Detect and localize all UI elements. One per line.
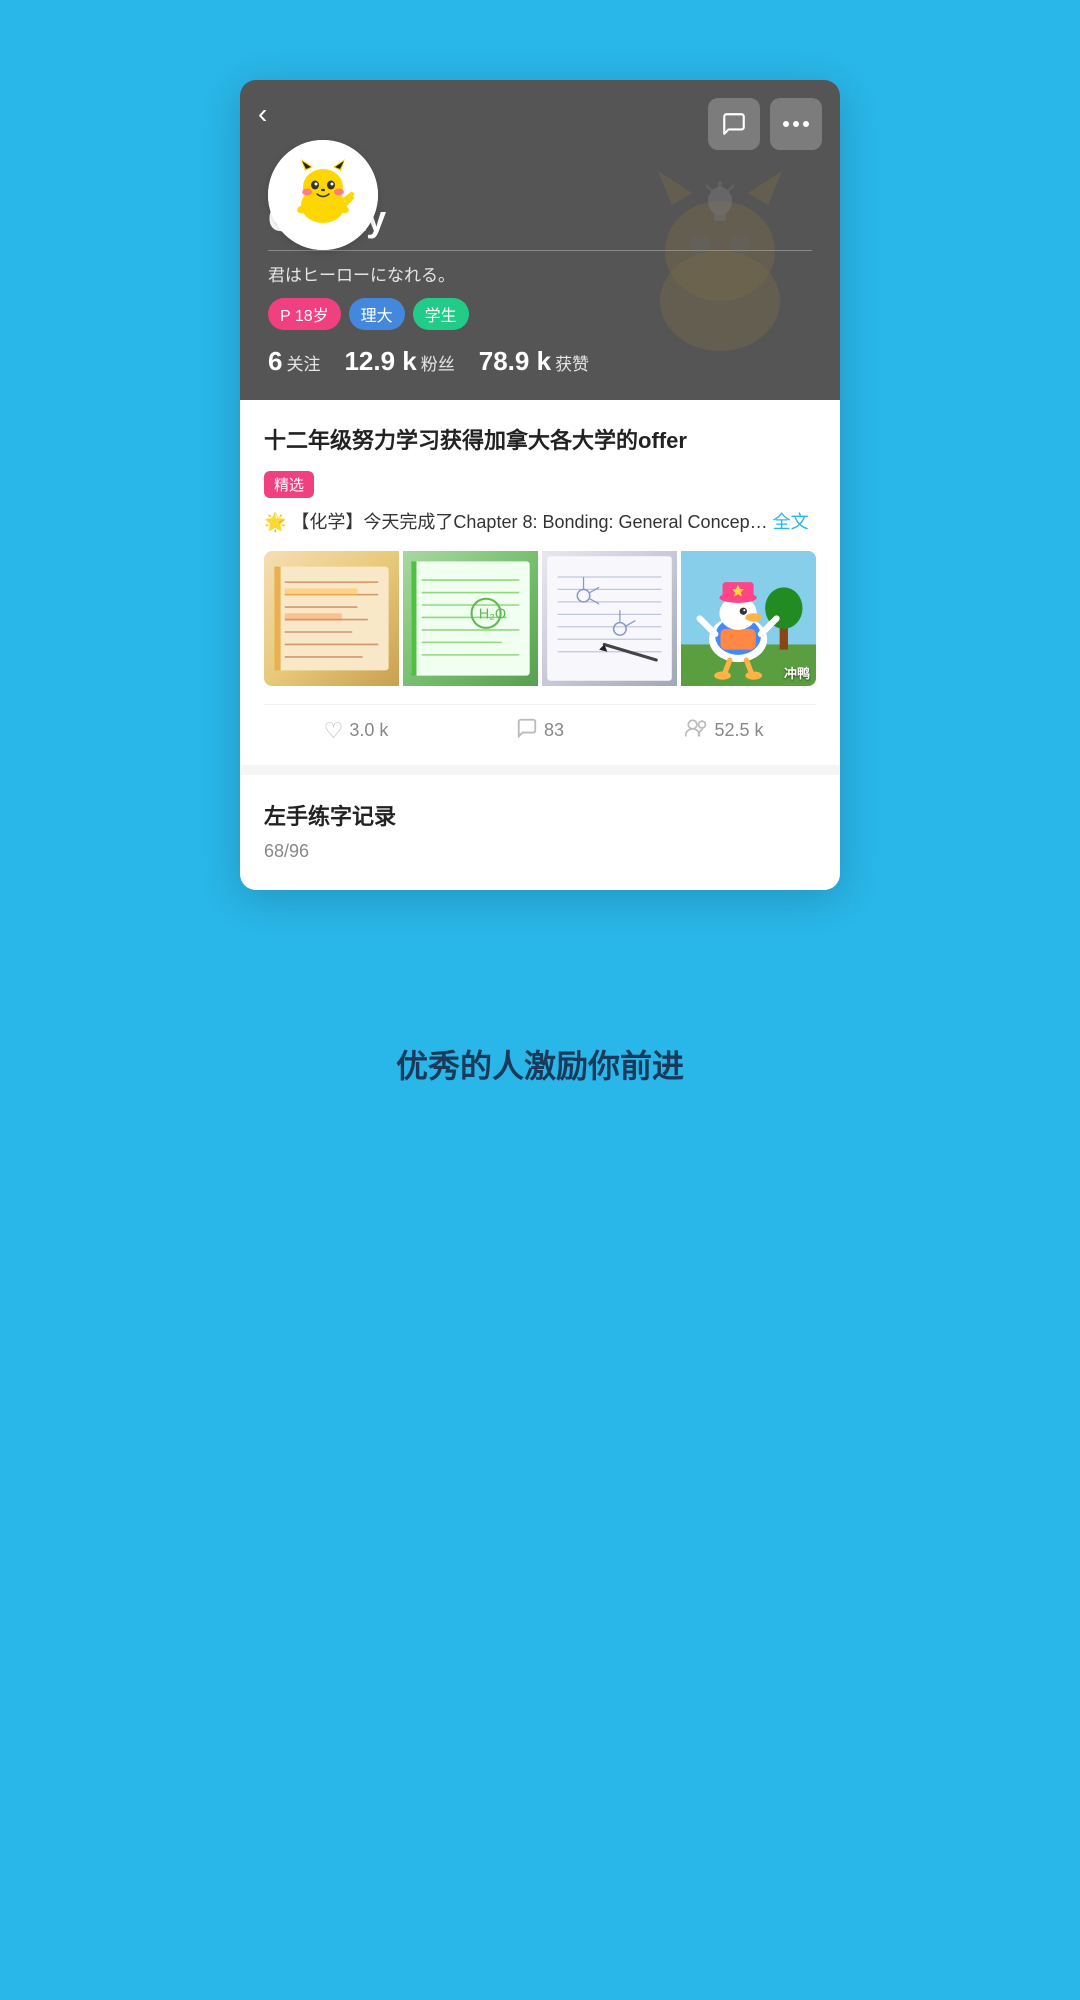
like-count: 3.0 k xyxy=(349,720,388,741)
like-stat[interactable]: ♡ 3.0 k xyxy=(264,718,448,744)
more-button[interactable] xyxy=(770,98,822,150)
post-stats: ♡ 3.0 k 83 xyxy=(264,704,816,745)
pikachu-watermark xyxy=(620,171,820,390)
second-post-subtitle: 68/96 xyxy=(264,841,816,862)
following-count: 6 xyxy=(268,346,282,377)
tag-school: 理大 xyxy=(349,298,405,330)
comment-icon xyxy=(516,717,538,745)
post-image-2[interactable]: H₂O xyxy=(403,551,538,686)
svg-text:⭐: ⭐ xyxy=(732,584,745,597)
heart-icon: ♡ xyxy=(324,718,344,744)
image-grid: H₂O xyxy=(264,551,816,686)
read-more-link[interactable]: 全文 xyxy=(773,512,809,532)
tag-student: 学生 xyxy=(413,298,469,330)
followers-label: 粉丝 xyxy=(421,350,455,375)
bottom-subtitle: 优秀的人激励你前进 xyxy=(396,1041,684,1087)
svg-text:H₂O: H₂O xyxy=(479,606,506,622)
tag-age: P 18岁 xyxy=(268,298,341,330)
second-post: 左手练字记录 68/96 xyxy=(240,775,840,890)
stat-following[interactable]: 6 关注 xyxy=(268,346,320,377)
back-button[interactable]: ‹ xyxy=(258,98,267,130)
message-button[interactable] xyxy=(708,98,760,150)
following-label: 关注 xyxy=(286,350,320,375)
post-content-row: 精选 🌟 【化学】今天完成了Chapter 8: Bonding: Genera… xyxy=(264,471,816,537)
action-buttons xyxy=(708,98,822,150)
stat-followers[interactable]: 12.9 k 粉丝 xyxy=(344,346,454,377)
stat-likes[interactable]: 78.9 k 获赞 xyxy=(479,346,589,377)
avatar xyxy=(268,140,378,250)
image-label-duck: 冲鸭 xyxy=(784,663,810,682)
comment-count: 83 xyxy=(544,720,564,741)
likes-count: 78.9 k xyxy=(479,346,551,377)
post-text: 🌟 【化学】今天完成了Chapter 8: Bonding: General C… xyxy=(264,508,809,537)
followers-count: 12.9 k xyxy=(344,346,416,377)
post-image-3[interactable] xyxy=(542,551,677,686)
people-icon xyxy=(684,717,708,745)
post-section: 十二年级努力学习获得加拿大各大学的offer 精选 🌟 【化学】今天完成了Cha… xyxy=(240,400,840,765)
featured-tag: 精选 xyxy=(264,471,314,498)
second-post-title[interactable]: 左手练字记录 xyxy=(264,799,816,831)
share-stat[interactable]: 52.5 k xyxy=(632,717,816,745)
share-count: 52.5 k xyxy=(714,720,763,741)
post-divider xyxy=(240,765,840,775)
comment-stat[interactable]: 83 xyxy=(448,717,632,745)
likes-label: 获赞 xyxy=(555,350,589,375)
post-title[interactable]: 十二年级努力学习获得加拿大各大学的offer xyxy=(264,424,816,457)
post-image-1[interactable] xyxy=(264,551,399,686)
post-image-4[interactable]: ⭐ 冲鸭 xyxy=(681,551,816,686)
